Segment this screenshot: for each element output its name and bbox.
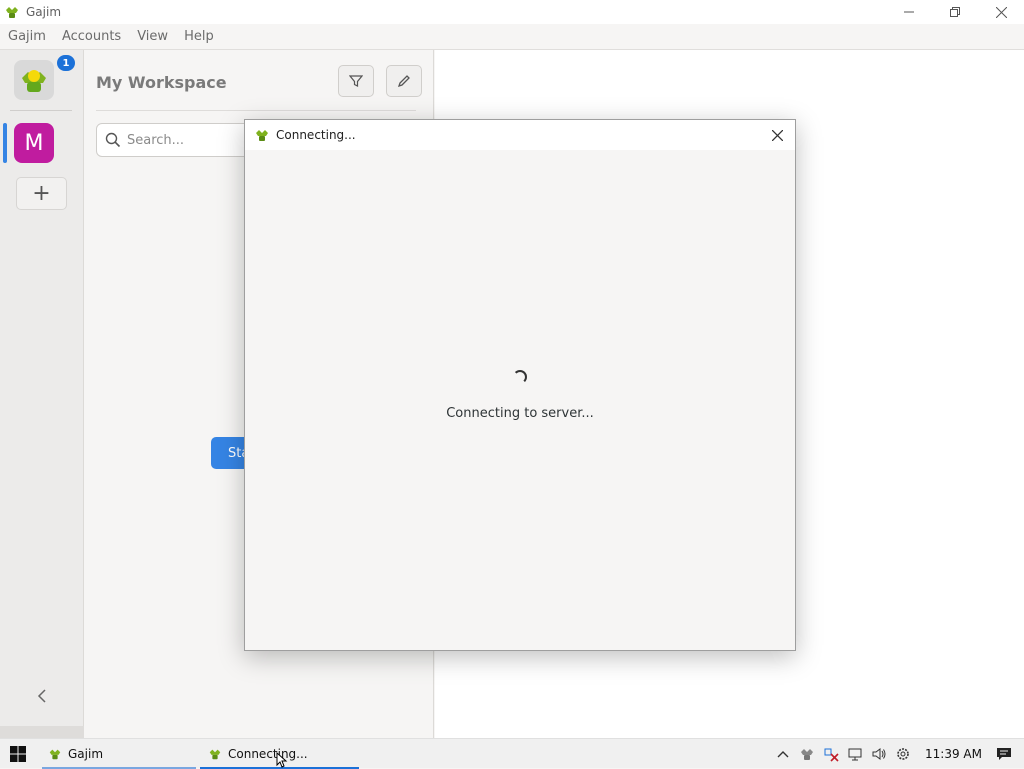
notification-badge: 1: [57, 55, 75, 71]
connection-status-message: Connecting to server...: [446, 406, 594, 421]
dialog-close-button[interactable]: [765, 123, 789, 147]
window-titlebar: Gajim: [0, 0, 1024, 24]
tray-overflow-button[interactable]: [771, 742, 795, 766]
taskbar-item-gajim[interactable]: Gajim: [42, 739, 196, 769]
filter-button[interactable]: [338, 65, 374, 97]
loading-spinner-icon: [513, 370, 527, 384]
search-placeholder: Search...: [127, 132, 185, 148]
menu-view[interactable]: View: [129, 29, 176, 44]
gajim-tray-icon: [801, 749, 814, 760]
workspace-tile[interactable]: M: [14, 123, 54, 163]
menu-bar: Gajim Accounts View Help: [0, 24, 1024, 50]
chevron-up-icon: [777, 751, 789, 758]
close-icon: [995, 6, 1007, 18]
restore-icon: [950, 7, 960, 17]
tray-network[interactable]: [843, 742, 867, 766]
gear-icon: [897, 748, 909, 760]
account-avatar[interactable]: [14, 60, 54, 100]
action-center-button[interactable]: [992, 742, 1016, 766]
rail-footer: [0, 726, 84, 738]
taskbar-item-label: Connecting...: [228, 747, 308, 761]
pencil-icon: [397, 75, 410, 88]
tray-gajim[interactable]: [795, 742, 819, 766]
windows-logo-icon: [10, 745, 26, 762]
window-title: Gajim: [26, 5, 62, 19]
taskbar: Gajim Connecting... 11:39 AM: [0, 738, 1024, 769]
workspace-divider: [96, 110, 416, 111]
gajim-logo-icon: [49, 749, 61, 760]
notification-icon: [997, 748, 1011, 760]
menu-accounts[interactable]: Accounts: [54, 29, 129, 44]
mouse-cursor-icon: [276, 752, 288, 768]
menu-help[interactable]: Help: [176, 29, 222, 44]
restore-button[interactable]: [932, 0, 978, 24]
menu-gajim[interactable]: Gajim: [0, 29, 54, 44]
edit-button[interactable]: [386, 65, 422, 97]
account-rail: 1 M +: [0, 50, 84, 738]
tray-volume[interactable]: [867, 742, 891, 766]
close-icon: [771, 129, 783, 141]
rail-divider: [10, 110, 72, 111]
start-button[interactable]: [0, 739, 36, 769]
collapse-sidebar-button[interactable]: [30, 684, 54, 708]
speaker-icon: [872, 748, 886, 760]
dialog-title: Connecting...: [276, 128, 356, 142]
dialog-titlebar: Connecting...: [245, 120, 795, 150]
user-avatar-icon: [22, 70, 46, 92]
minimize-icon: [904, 11, 914, 13]
tray-connection-error[interactable]: [819, 742, 843, 766]
taskbar-item-label: Gajim: [68, 747, 104, 761]
filter-icon: [349, 75, 363, 87]
close-window-button[interactable]: [978, 0, 1024, 24]
gajim-logo-icon: [209, 749, 221, 760]
workspace-selected-indicator: [3, 123, 7, 163]
minimize-button[interactable]: [886, 0, 932, 24]
network-error-icon: [824, 748, 839, 762]
gajim-logo-icon: [256, 130, 268, 141]
connecting-dialog: Connecting... Connecting to server...: [244, 119, 796, 651]
add-workspace-button[interactable]: +: [16, 177, 67, 210]
search-icon: [105, 132, 121, 148]
clock[interactable]: 11:39 AM: [915, 747, 992, 761]
gajim-logo-icon: [6, 7, 18, 18]
system-tray: 11:39 AM: [771, 739, 1024, 769]
monitor-icon: [848, 748, 862, 761]
chevron-left-icon: [37, 689, 46, 703]
workspace-title: My Workspace: [96, 73, 227, 92]
tray-settings[interactable]: [891, 742, 915, 766]
